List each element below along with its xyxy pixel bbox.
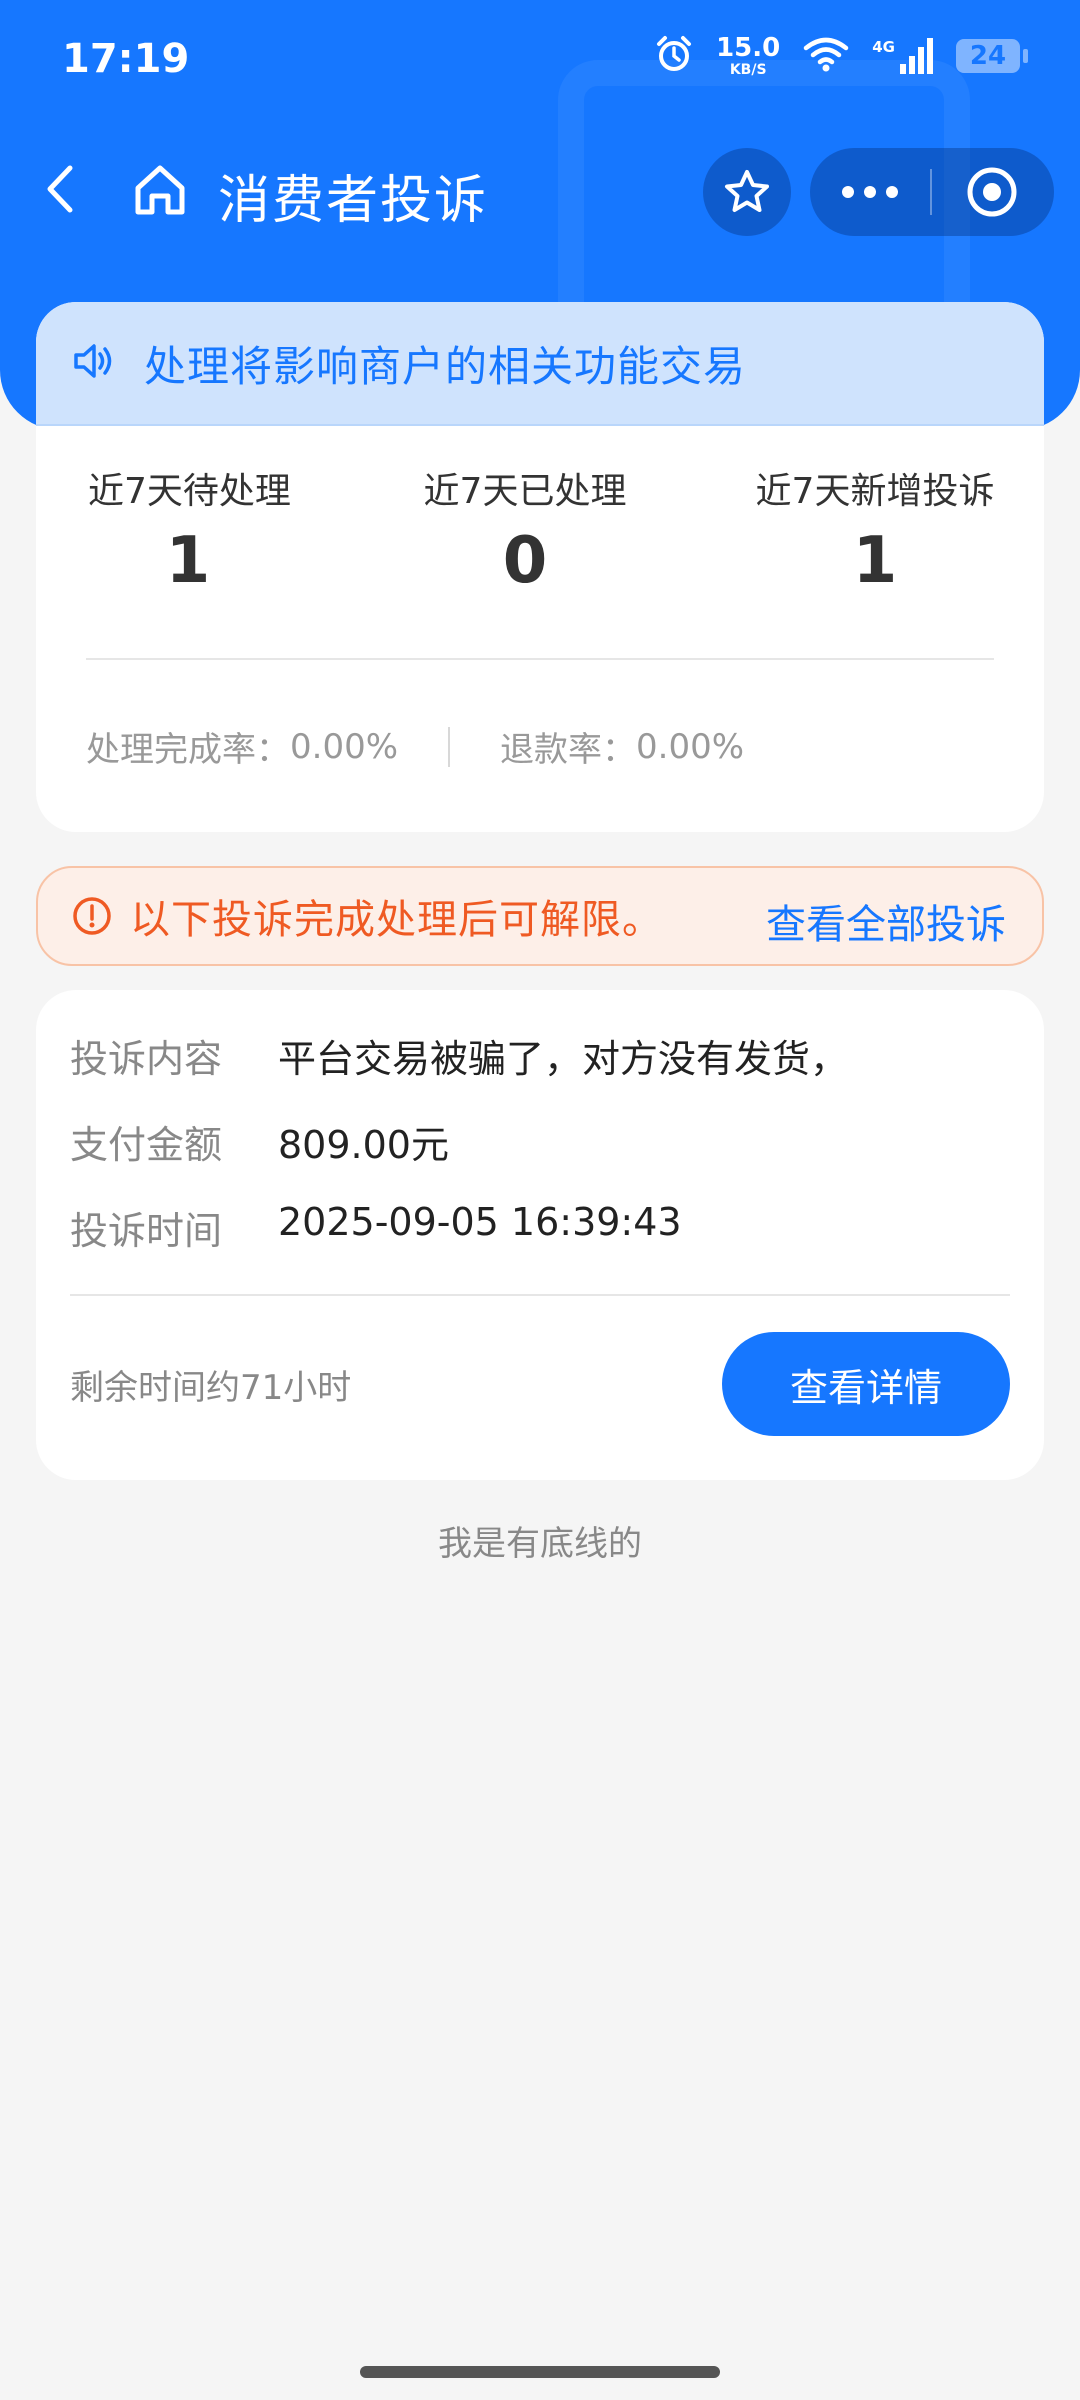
rates-row: 处理完成率： 0.00% 退款率： 0.00%	[86, 722, 744, 771]
star-icon	[725, 170, 769, 212]
rates-divider	[448, 726, 451, 767]
stats-row: 近7天待处理 1 近7天已处理 0 近7天新增投诉 1	[36, 462, 1044, 612]
complaint-content-value: 平台交易被骗了，对方没有发货，	[278, 1037, 849, 1081]
home-icon	[135, 165, 185, 215]
stats-divider	[86, 658, 994, 660]
network-type: 4G	[872, 38, 895, 56]
status-icons: 15.0 KB/S 4G 24	[654, 34, 1028, 78]
home-button[interactable]	[130, 160, 190, 220]
info-circle-icon	[72, 896, 112, 936]
payment-amount-label: 支付金额	[70, 1123, 223, 1167]
stat-pending-label: 近7天待处理	[88, 471, 291, 512]
target-close-icon	[967, 167, 1017, 217]
stats-card: 处理将影响商户的相关功能交易 近7天待处理 1 近7天已处理 0 近7天新增投诉…	[36, 302, 1044, 832]
stat-pending-value: 1	[165, 524, 211, 598]
more-button[interactable]	[810, 148, 930, 236]
nav-bar: 消费者投诉	[0, 140, 1080, 240]
remaining-time: 剩余时间约71小时	[70, 1368, 352, 1408]
completion-rate-label: 处理完成率：	[86, 730, 290, 770]
battery-indicator: 24	[956, 39, 1028, 73]
complaint-card[interactable]: 投诉内容 平台交易被骗了，对方没有发货， 支付金额 809.00元 投诉时间 2…	[36, 990, 1044, 1480]
view-all-complaints-link[interactable]: 查看全部投诉	[766, 892, 1006, 950]
status-time: 17:19	[62, 36, 190, 82]
network-speed-unit: KB/S	[729, 62, 767, 78]
wifi-icon	[802, 36, 850, 76]
warning-text: 以下投诉完成处理后可解限。	[130, 897, 663, 943]
payment-amount-value: 809.00元	[278, 1123, 449, 1167]
page-title: 消费者投诉	[218, 171, 489, 231]
view-details-button[interactable]: 查看详情	[722, 1332, 1010, 1436]
refund-rate-label: 退款率：	[500, 730, 637, 770]
status-bar: 17:19 15.0 KB/S 4G 24	[0, 0, 1080, 120]
more-dots-icon	[842, 186, 898, 198]
complaint-time-value: 2025-09-05 16:39:43	[278, 1200, 682, 1244]
home-indicator[interactable]	[360, 2366, 720, 2378]
end-of-list-text: 我是有底线的	[438, 1524, 642, 1564]
refund-rate-value: 0.00%	[636, 726, 745, 767]
complaint-time-label: 投诉时间	[70, 1209, 223, 1253]
network-speed-value: 15.0	[716, 33, 781, 63]
completion-rate-value: 0.00%	[290, 726, 399, 767]
stat-processed-label: 近7天已处理	[423, 471, 627, 512]
stat-pending[interactable]: 近7天待处理 1	[88, 462, 291, 598]
back-button[interactable]	[36, 162, 90, 216]
complaint-time-row: 投诉时间 2025-09-05 16:39:43	[70, 1200, 682, 1255]
payment-amount-row: 支付金额 809.00元	[70, 1114, 449, 1169]
mini-program-capsule	[810, 148, 1054, 236]
stat-new-label: 近7天新增投诉	[755, 471, 995, 512]
notice-text: 处理将影响商户的相关功能交易	[144, 341, 747, 391]
notice-bar: 处理将影响商户的相关功能交易	[36, 302, 1044, 426]
stat-new[interactable]: 近7天新增投诉 1	[750, 462, 1000, 598]
alarm-icon	[654, 34, 694, 78]
favorite-button[interactable]	[703, 148, 791, 236]
warning-banner: 以下投诉完成处理后可解限。 查看全部投诉	[36, 866, 1044, 966]
chevron-left-icon	[47, 165, 73, 213]
speaker-icon	[72, 341, 116, 385]
stat-processed-value: 0	[502, 524, 548, 598]
stat-new-value: 1	[852, 524, 898, 598]
stat-processed[interactable]: 近7天已处理 0	[420, 462, 630, 598]
close-mini-program-button[interactable]	[932, 148, 1052, 236]
network-speed: 15.0 KB/S	[716, 35, 780, 77]
complaint-content-row: 投诉内容 平台交易被骗了，对方没有发货，	[70, 1028, 848, 1083]
signal-icon: 4G	[872, 38, 934, 74]
card-divider	[70, 1294, 1010, 1296]
complaint-content-label: 投诉内容	[70, 1037, 223, 1081]
